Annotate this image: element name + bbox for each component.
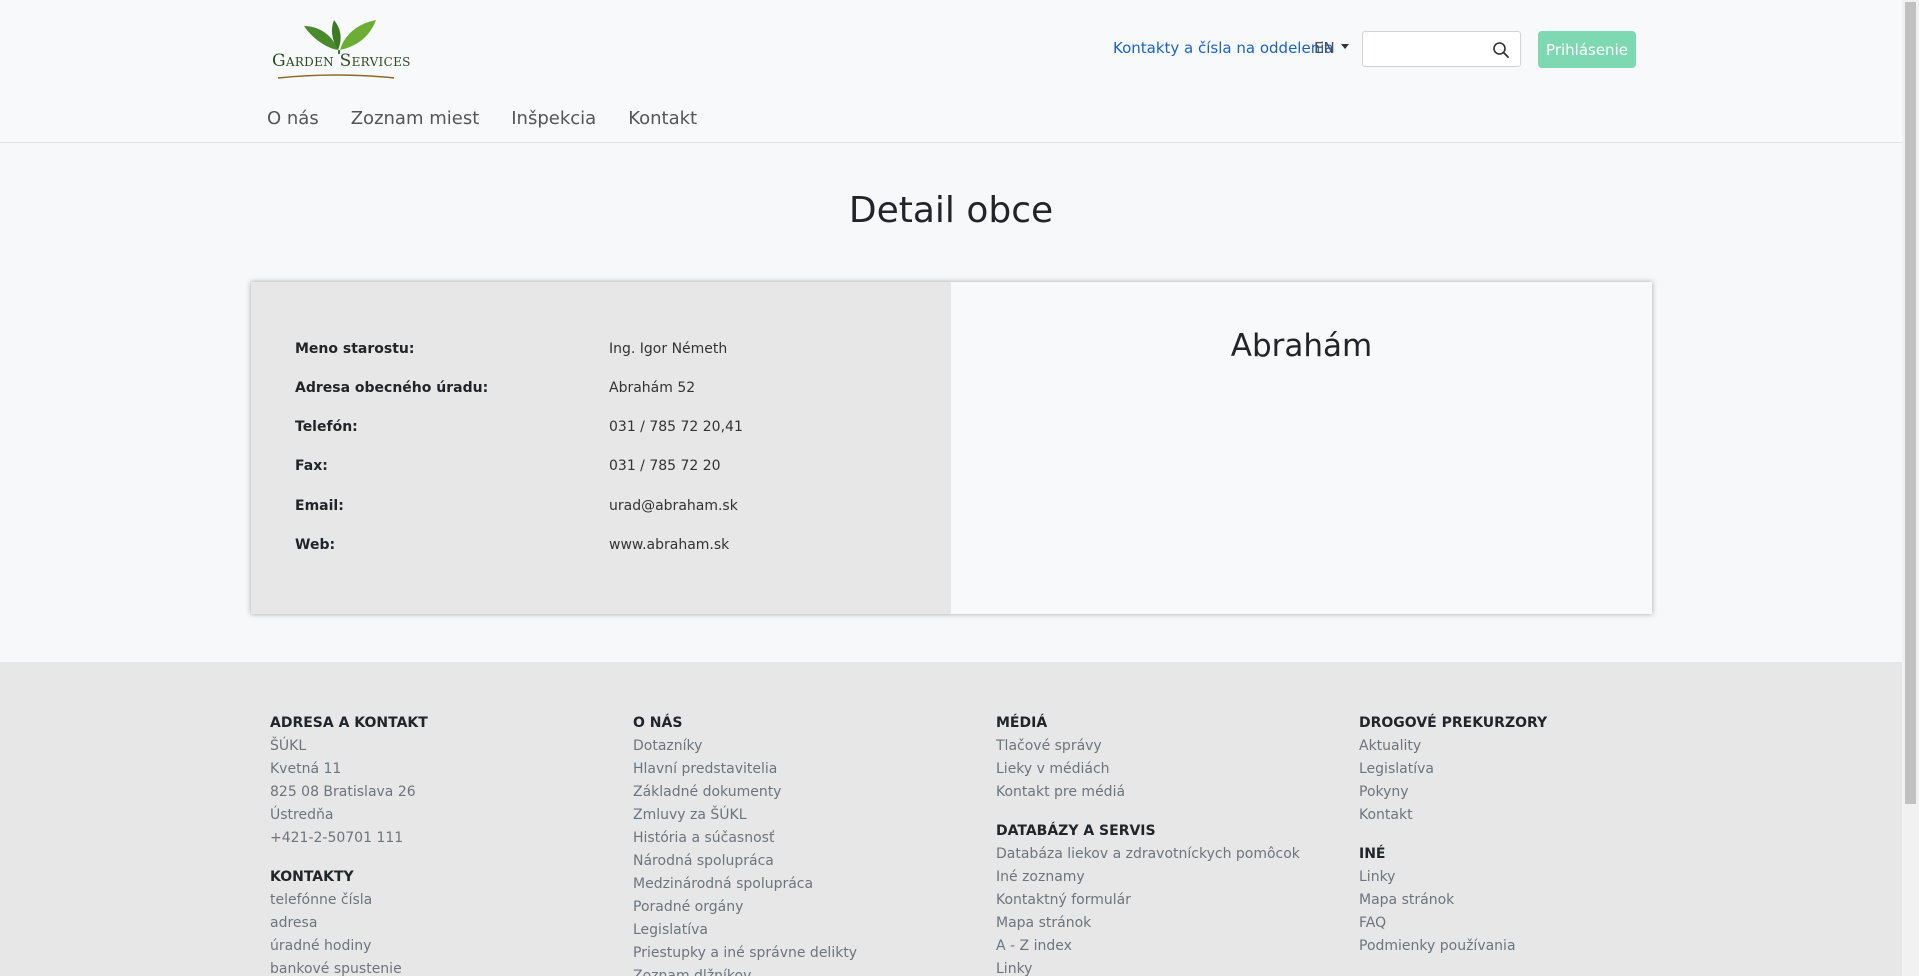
footer-column-media: MÉDIÁ Tlačové správy Lieky v médiách Kon… [996,712,1300,976]
detail-label: Adresa obecného úradu: [295,380,489,396]
footer-link[interactable]: Legislatíva [1359,758,1547,781]
footer-link[interactable]: Hlavní predstavitelia [633,758,857,781]
footer-link[interactable]: Dotazníky [633,735,857,758]
nav-item-o-nas[interactable]: O nás [267,108,319,129]
footer-text: ŠÚKL [270,738,307,754]
login-button[interactable]: Prihlásenie [1538,31,1636,68]
detail-label: Telefón: [295,419,358,435]
logo-text: Garden Services [272,51,411,71]
footer-link[interactable]: Kontakt pre médiá [996,781,1300,804]
nav-item-inspekcia[interactable]: Inšpekcia [511,108,596,129]
footer-link[interactable]: Zoznam dlžníkov [633,965,857,976]
footer-link[interactable]: Kontakt [1359,804,1547,827]
footer-link[interactable]: Lieky v médiách [996,758,1300,781]
search-box [1362,31,1521,67]
caret-down-icon [1340,44,1349,49]
footer-link[interactable]: Pokyny [1359,781,1547,804]
page-scrollbar[interactable] [1902,0,1919,976]
footer-link[interactable]: Mapa stránok [996,912,1300,935]
footer-heading: INÉ [1359,846,1386,862]
footer-heading: DATABÁZY A SERVIS [996,823,1156,839]
scrollbar-thumb[interactable] [1905,2,1916,804]
footer-link[interactable]: Podmienky používania [1359,935,1547,958]
footer-link[interactable]: Mapa stránok [1359,889,1547,912]
detail-label: Web: [295,537,336,553]
footer-link[interactable]: FAQ [1359,912,1547,935]
footer-text: Ústredňa [270,807,334,823]
nav-item-kontakt[interactable]: Kontakt [628,108,697,129]
footer-text: Kvetná 11 [270,761,342,777]
detail-value: 031 / 785 72 20,41 [609,419,743,435]
language-dropdown[interactable]: EN [1314,39,1349,57]
page: Garden Services Kontakty a čísla na odde… [0,0,1902,976]
footer-text: +421-2-50701 111 [270,830,404,846]
town-info-panel: Meno starostu: Ing. Igor Németh Adresa o… [251,282,951,614]
footer-link[interactable]: Zmluvy za ŠÚKL [633,804,857,827]
footer-link[interactable]: Iné zoznamy [996,866,1300,889]
footer-heading: O NÁS [633,715,683,731]
footer-link[interactable]: Linky [996,958,1300,976]
town-name-panel: Abrahám [951,282,1652,614]
footer-heading: ADRESA A KONTAKT [270,715,428,731]
nav-item-zoznam-miest[interactable]: Zoznam miest [351,108,480,129]
footer-column-precursors: DROGOVÉ PREKURZORY Aktuality Legislatíva… [1359,712,1547,958]
footer-link[interactable]: úradné hodiny [270,935,428,958]
garden-services-logo[interactable]: Garden Services [268,16,410,80]
detail-value: Abrahám 52 [609,380,696,396]
detail-label: Meno starostu: [295,341,415,357]
footer-link[interactable]: adresa [270,912,428,935]
footer-link[interactable]: História a súčasnosť [633,827,857,850]
detail-value: 031 / 785 72 20 [609,458,721,474]
town-detail-card: Meno starostu: Ing. Igor Németh Adresa o… [251,282,1652,614]
footer-link[interactable]: telefónne čísla [270,889,428,912]
site-footer: ADRESA A KONTAKT ŠÚKL Kvetná 11 825 08 B… [0,662,1902,976]
footer-link[interactable]: Priestupky a iné správne delikty [633,942,857,965]
detail-label: Email: [295,498,344,514]
page-title: Detail obce [848,190,1054,231]
logo-swoosh-icon [277,74,395,79]
footer-link[interactable]: Aktuality [1359,735,1547,758]
footer-link[interactable]: Medzinárodná spolupráca [633,873,857,896]
detail-value: Ing. Igor Németh [609,341,728,357]
footer-link[interactable]: Tlačové správy [996,735,1300,758]
footer-heading: DROGOVÉ PREKURZORY [1359,715,1548,731]
footer-heading: MÉDIÁ [996,715,1048,731]
footer-link[interactable]: Poradné orgány [633,896,857,919]
footer-link[interactable]: A - Z index [996,935,1300,958]
search-input[interactable] [1363,32,1499,66]
footer-link[interactable]: Kontaktný formulár [996,889,1300,912]
footer-text: 825 08 Bratislava 26 [270,784,416,800]
search-icon[interactable] [1492,41,1510,59]
footer-link[interactable]: Základné dokumenty [633,781,857,804]
detail-label: Fax: [295,458,328,474]
language-label: EN [1314,39,1335,57]
footer-link[interactable]: Linky [1359,866,1547,889]
footer-link[interactable]: Národná spolupráca [633,850,857,873]
footer-link[interactable]: bankové spustenie [270,958,428,976]
footer-column-address: ADRESA A KONTAKT ŠÚKL Kvetná 11 825 08 B… [270,712,428,976]
footer-link[interactable]: Databáza liekov a zdravotníckych pomôcok [996,843,1300,866]
main-nav: O nás Zoznam miest Inšpekcia Kontakt [267,108,729,129]
town-name: Abrahám [1230,328,1373,364]
contacts-link[interactable]: Kontakty a čísla na oddelenia [1113,39,1334,57]
site-header: Garden Services Kontakty a čísla na odde… [0,0,1902,143]
footer-heading: KONTAKTY [270,869,354,885]
detail-value: www.abraham.sk [609,537,730,553]
footer-column-about: O NÁS Dotazníky Hlavní predstavitelia Zá… [633,712,857,976]
footer-link[interactable]: Legislatíva [633,919,857,942]
detail-value: urad@abraham.sk [609,498,738,514]
